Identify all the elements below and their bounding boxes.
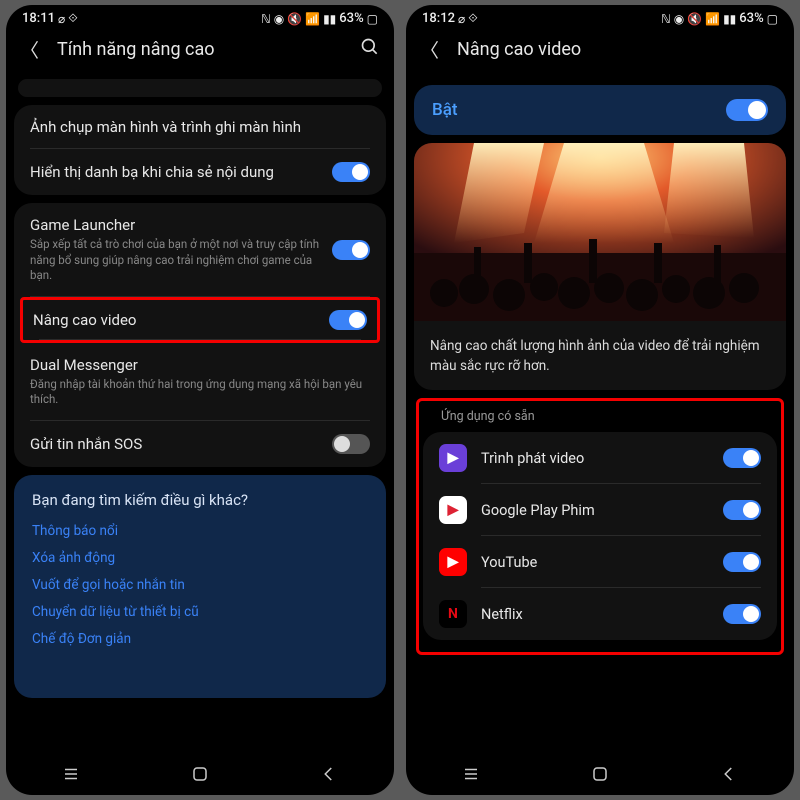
location-icon: ◉ (274, 12, 284, 26)
app-bar: 〈 Nâng cao video (406, 28, 794, 77)
location-icon: ◉ (674, 12, 684, 26)
hero-card: Nâng cao chất lượng hình ảnh của video đ… (414, 143, 786, 390)
section-label: Ứng dụng có sẵn (423, 405, 777, 428)
content-area: Ảnh chụp màn hình và trình ghi màn hình … (6, 77, 394, 755)
mute-icon: 🔇 (287, 12, 302, 26)
nav-back-icon[interactable] (720, 765, 738, 787)
master-toggle[interactable] (726, 99, 768, 121)
toggle-app[interactable] (723, 448, 761, 468)
app-name: Trình phát video (481, 450, 709, 467)
highlighted-apps-section: Ứng dụng có sẵn ▶ Trình phát video ▶ Goo… (416, 398, 784, 655)
signal-icon: ▮▮ (723, 12, 736, 26)
row-label: Nâng cao video (33, 311, 317, 329)
search-link[interactable]: Chuyển dữ liệu từ thiết bị cũ (32, 604, 368, 620)
row-dual-messenger[interactable]: Dual Messenger Đăng nhập tài khoản thứ h… (14, 343, 386, 421)
phone-left: 18:11 ⌀ ⟐ ℕ ◉ 🔇 📶 ▮▮ 63% ▢ 〈 Tính năng n… (6, 5, 394, 795)
master-toggle-card[interactable]: Bật (414, 85, 786, 135)
google-play-movies-icon: ▶ (439, 496, 467, 524)
row-label: Dual Messenger (30, 356, 370, 374)
search-link[interactable]: Xóa ảnh động (32, 550, 368, 566)
nav-bar (406, 755, 794, 795)
youtube-icon: ▶ (439, 548, 467, 576)
back-icon[interactable]: 〈 (420, 36, 439, 63)
search-link[interactable]: Thông báo nổi (32, 523, 368, 539)
partial-row-top (18, 79, 382, 97)
ear-icon: ⌀ (458, 12, 465, 26)
row-label: Ảnh chụp màn hình và trình ghi màn hình (30, 118, 370, 136)
nav-recents-icon[interactable] (62, 765, 80, 787)
app-row-video-player[interactable]: ▶ Trình phát video (423, 432, 777, 484)
app-bar: 〈 Tính năng nâng cao (6, 28, 394, 77)
search-heading: Bạn đang tìm kiếm điều gì khác? (32, 491, 368, 509)
row-game-launcher[interactable]: Game Launcher Sắp xếp tất cả trò chơi củ… (14, 203, 386, 297)
status-bar: 18:12 ⌀ ⟐ ℕ ◉ 🔇 📶 ▮▮ 63% ▢ (406, 5, 794, 28)
signal-icon: ▮▮ (323, 12, 336, 26)
row-share-contacts[interactable]: Hiển thị danh bạ khi chia sẻ nội dung (14, 149, 386, 195)
status-battery: 63% (339, 11, 363, 26)
status-time: 18:12 (422, 11, 455, 26)
status-bar: 18:11 ⌀ ⟐ ℕ ◉ 🔇 📶 ▮▮ 63% ▢ (6, 5, 394, 28)
toggle-sos[interactable] (332, 434, 370, 454)
nav-home-icon[interactable] (591, 765, 609, 787)
wifi-icon: 📶 (705, 12, 720, 26)
search-link[interactable]: Vuốt để gọi hoặc nhắn tin (32, 577, 368, 593)
page-title: Nâng cao video (457, 39, 780, 60)
ear-icon: ⌀ (58, 12, 65, 26)
card-features: Game Launcher Sắp xếp tất cả trò chơi củ… (14, 203, 386, 467)
app-name: Google Play Phim (481, 502, 709, 519)
content-area: Bật (406, 77, 794, 755)
nav-bar (6, 755, 394, 795)
status-battery: 63% (739, 11, 763, 26)
toggle-game-launcher[interactable] (332, 240, 370, 260)
hero-image (414, 143, 786, 321)
app-list: ▶ Trình phát video ▶ Google Play Phim ▶ … (423, 432, 777, 640)
status-time: 18:11 (22, 11, 55, 26)
app-row-youtube[interactable]: ▶ YouTube (423, 536, 777, 588)
mute-icon: 🔇 (687, 12, 702, 26)
battery-icon: ▢ (767, 12, 778, 26)
app-name: Netflix (481, 606, 709, 623)
app-row-netflix[interactable]: N Netflix (423, 588, 777, 640)
nav-recents-icon[interactable] (462, 765, 480, 787)
nav-home-icon[interactable] (191, 765, 209, 787)
phone-right: 18:12 ⌀ ⟐ ℕ ◉ 🔇 📶 ▮▮ 63% ▢ 〈 Nâng cao vi… (406, 5, 794, 795)
nfc-icon: ℕ (261, 12, 271, 26)
search-suggestions-card: Bạn đang tìm kiếm điều gì khác? Thông bá… (14, 475, 386, 698)
netflix-icon: N (439, 600, 467, 628)
on-label: Bật (432, 100, 458, 120)
toggle-app[interactable] (723, 552, 761, 572)
bt-icon: ⟐ (468, 11, 477, 26)
nfc-icon: ℕ (661, 12, 671, 26)
row-sos[interactable]: Gửi tin nhắn SOS (14, 421, 386, 467)
video-player-icon: ▶ (439, 444, 467, 472)
row-label: Gửi tin nhắn SOS (30, 435, 320, 453)
hero-description: Nâng cao chất lượng hình ảnh của video đ… (414, 325, 786, 376)
search-link[interactable]: Chế độ Đơn giản (32, 631, 368, 647)
wifi-icon: 📶 (305, 12, 320, 26)
toggle-app[interactable] (723, 500, 761, 520)
row-desc: Sắp xếp tất cả trò chơi của bạn ở một nơ… (30, 237, 320, 284)
search-icon[interactable] (360, 37, 380, 62)
bt-icon: ⟐ (68, 11, 77, 26)
row-label: Hiển thị danh bạ khi chia sẻ nội dung (30, 163, 320, 181)
toggle-app[interactable] (723, 604, 761, 624)
app-row-google-play-movies[interactable]: ▶ Google Play Phim (423, 484, 777, 536)
row-screenshot[interactable]: Ảnh chụp màn hình và trình ghi màn hình (14, 105, 386, 149)
battery-icon: ▢ (367, 12, 378, 26)
row-label: Game Launcher (30, 216, 320, 234)
app-name: YouTube (481, 554, 709, 571)
toggle-video-enhancer[interactable] (329, 310, 367, 330)
row-video-enhancer[interactable]: Nâng cao video (20, 297, 380, 343)
toggle-share-contacts[interactable] (332, 162, 370, 182)
page-title: Tính năng nâng cao (57, 39, 342, 60)
nav-back-icon[interactable] (320, 765, 338, 787)
row-desc: Đăng nhập tài khoản thứ hai trong ứng dụ… (30, 377, 370, 408)
card-media: Ảnh chụp màn hình và trình ghi màn hình … (14, 105, 386, 195)
back-icon[interactable]: 〈 (20, 36, 39, 63)
